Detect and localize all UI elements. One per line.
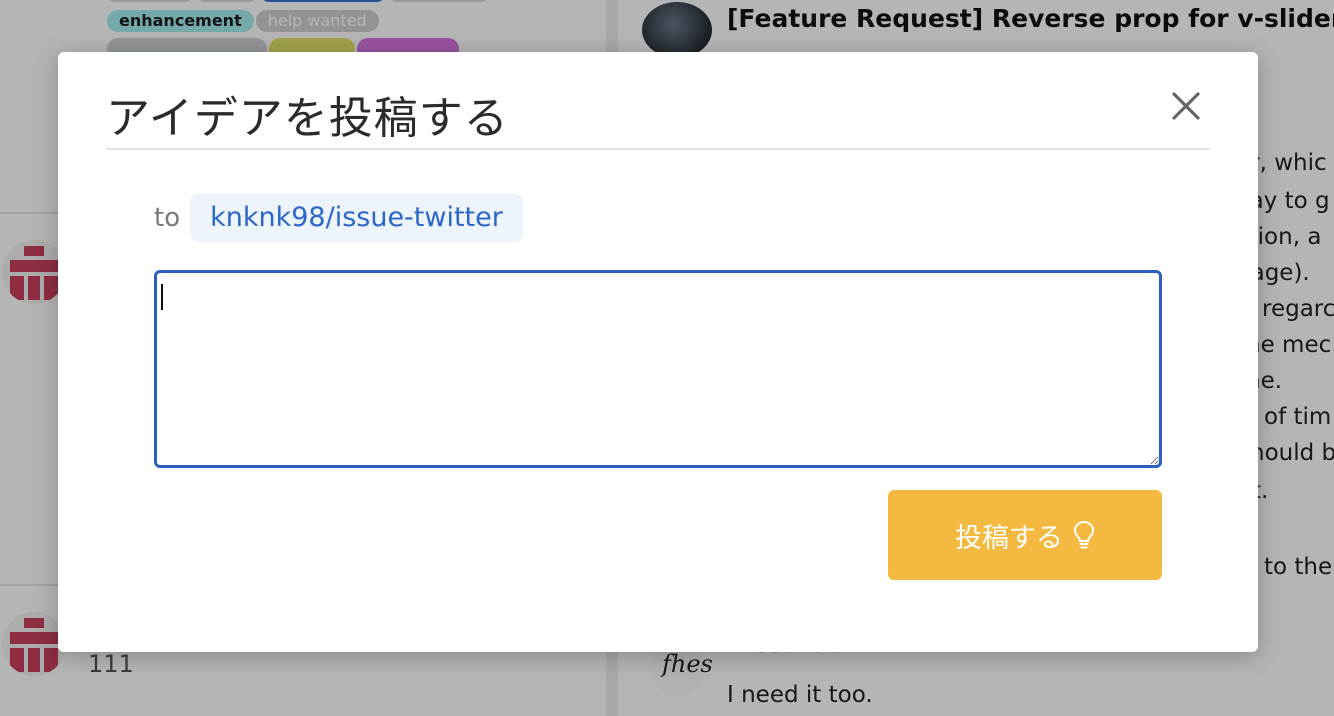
target-repo-row: to knknk98/issue-twitter xyxy=(154,194,523,242)
modal-title: アイデアを投稿する xyxy=(106,93,509,144)
text-caret xyxy=(161,284,163,310)
submit-label: 投稿する xyxy=(955,522,1063,553)
to-label: to xyxy=(154,203,181,233)
post-idea-modal: アイデアを投稿する to knknk98/issue-twitter 投稿する xyxy=(58,52,1258,652)
lightbulb-icon xyxy=(1073,520,1095,549)
submit-button[interactable]: 投稿する xyxy=(888,490,1162,580)
repo-chip[interactable]: knknk98/issue-twitter xyxy=(190,194,523,242)
idea-textarea[interactable] xyxy=(154,270,1162,468)
close-button[interactable] xyxy=(1166,86,1206,126)
close-icon xyxy=(1172,92,1200,120)
title-divider xyxy=(106,148,1210,150)
